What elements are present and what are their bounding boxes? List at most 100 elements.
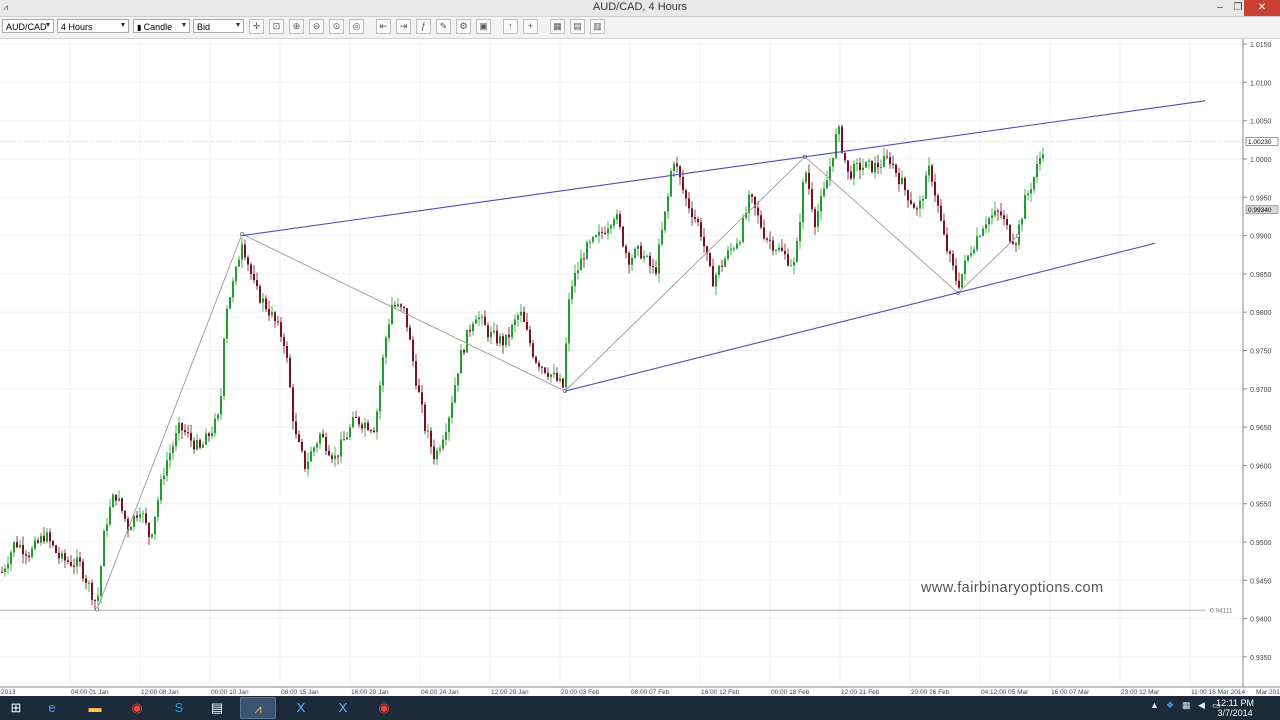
candle-body [721, 265, 723, 267]
title-bar[interactable]: ⩘ AUD/CAD, 4 Hours – ❐ ✕ [0, 0, 1280, 17]
candle-body [841, 126, 843, 153]
candle-body [463, 350, 465, 353]
trading-platform-icon[interactable]: ⩘ [240, 697, 276, 719]
grid-icon[interactable]: ▦ [550, 19, 565, 34]
settings-icon[interactable]: ⚙ [456, 19, 471, 34]
candle-body [766, 238, 768, 240]
x-tick-label: 12:00 21 Feb [841, 689, 880, 696]
candle-body [742, 217, 744, 243]
candle-body [481, 316, 483, 318]
candle-body [760, 215, 762, 228]
candle-body [697, 219, 699, 223]
skype-icon[interactable]: S [161, 697, 197, 719]
chrome-second-icon[interactable]: ◉ [366, 697, 402, 719]
tray-arrow-icon[interactable]: ▲ [1150, 700, 1159, 710]
candle-body [991, 215, 993, 219]
candle-body [313, 447, 315, 452]
zoom-out-icon[interactable]: ⊖ [309, 19, 324, 34]
candle-body [169, 453, 171, 461]
candle-body [694, 217, 696, 220]
internet-explorer-icon[interactable]: e [34, 697, 70, 719]
candle-body [553, 373, 555, 375]
chevron-down-icon: ▼ [44, 22, 52, 29]
candle-body [310, 451, 312, 462]
zigzag-point[interactable] [1016, 233, 1020, 238]
candle-body [955, 265, 957, 281]
price-chart[interactable]: 1.0150 1.0100 1.0050 1.0000 0.9950 0.9900 0.98… [0, 39, 1280, 696]
close-button[interactable]: ✕ [1244, 0, 1280, 16]
candle-body [43, 535, 45, 542]
candle-body [1015, 243, 1017, 245]
chart-type-select[interactable]: ▮ Candle ▼ [133, 19, 190, 33]
candle-body [250, 264, 252, 275]
dropbox-icon[interactable]: ❖ [1166, 700, 1174, 711]
y-tick-label: 1.0100 [1250, 80, 1272, 87]
candle-body [88, 582, 90, 584]
candle-body [853, 163, 855, 179]
app-x-icon[interactable]: X [283, 697, 319, 719]
network-icon[interactable]: ▦ [1182, 700, 1191, 711]
candle-body [649, 255, 651, 267]
candle-body [595, 235, 597, 237]
template-icon[interactable]: ▤ [570, 19, 585, 34]
candle-body [895, 164, 897, 174]
candle-body [997, 210, 999, 212]
candle-body [820, 195, 822, 212]
scroll-right-icon[interactable]: ⇥ [396, 19, 411, 34]
save-icon[interactable]: ▣ [476, 19, 491, 34]
file-explorer-icon[interactable]: ▬ [77, 697, 113, 719]
indicator-icon[interactable]: ƒ [416, 19, 431, 34]
zoom-in-icon[interactable]: ⊕ [289, 19, 304, 34]
candle-body [472, 323, 474, 332]
zoom-reset-icon[interactable]: ◎ [349, 19, 364, 34]
symbol-select[interactable]: AUD/CAD ▼ [2, 19, 54, 33]
candle-body [880, 166, 882, 168]
candle-body [199, 439, 201, 448]
lock-icon[interactable]: ⊡ [269, 19, 284, 34]
candle-body [670, 171, 672, 197]
candle-body [220, 396, 222, 415]
price-side-select[interactable]: Bid ▼ [193, 19, 244, 33]
candle-body [352, 417, 354, 428]
candle-body [832, 157, 834, 167]
layout-icon[interactable]: ▥ [590, 19, 605, 34]
candle-body [868, 160, 870, 162]
candle-body [1006, 219, 1008, 226]
candle-body [424, 404, 426, 431]
draw-icon[interactable]: ✎ [436, 19, 451, 34]
candle-body [523, 311, 525, 322]
candle-body [454, 385, 456, 403]
candle-body [406, 308, 408, 328]
candle-body [232, 281, 234, 298]
candle-body [319, 433, 321, 444]
candle-body [904, 177, 906, 191]
candle-body [448, 417, 450, 433]
candle-body [646, 255, 648, 257]
calculator-icon[interactable]: ▤ [199, 697, 235, 719]
chrome-icon[interactable]: ◉ [119, 697, 155, 719]
zoom-fit-icon[interactable]: ⊙ [329, 19, 344, 34]
candle-body [535, 356, 537, 363]
candle-body [838, 126, 840, 135]
candle-body [910, 200, 912, 204]
x-tick-label: 12:00 29 Jan [491, 689, 529, 696]
up-arrow-icon[interactable]: ↑ [503, 19, 518, 34]
zigzag-point[interactable] [95, 607, 99, 612]
candle-body [604, 232, 606, 234]
candle-body [532, 343, 534, 357]
candle-body [457, 373, 459, 386]
app-x-second-icon[interactable]: X [325, 697, 361, 719]
volume-icon[interactable]: ◀ [1198, 700, 1205, 711]
crosshair-icon[interactable]: ✛ [249, 19, 264, 34]
candle-body [823, 188, 825, 196]
candle-body [106, 524, 108, 531]
start-button[interactable]: ⊞ [0, 697, 32, 719]
candle-icon: ▮ [137, 23, 144, 32]
candle-body [712, 266, 714, 287]
scroll-left-icon[interactable]: ⇤ [376, 19, 391, 34]
clock[interactable]: 12:11 PM 3/7/2014 [1216, 698, 1254, 718]
timeframe-select[interactable]: 4 Hours ▼ [57, 19, 129, 33]
current-price-label: 1.00230 [1248, 139, 1272, 146]
add-icon[interactable]: + [523, 19, 538, 34]
candle-body [889, 157, 891, 164]
